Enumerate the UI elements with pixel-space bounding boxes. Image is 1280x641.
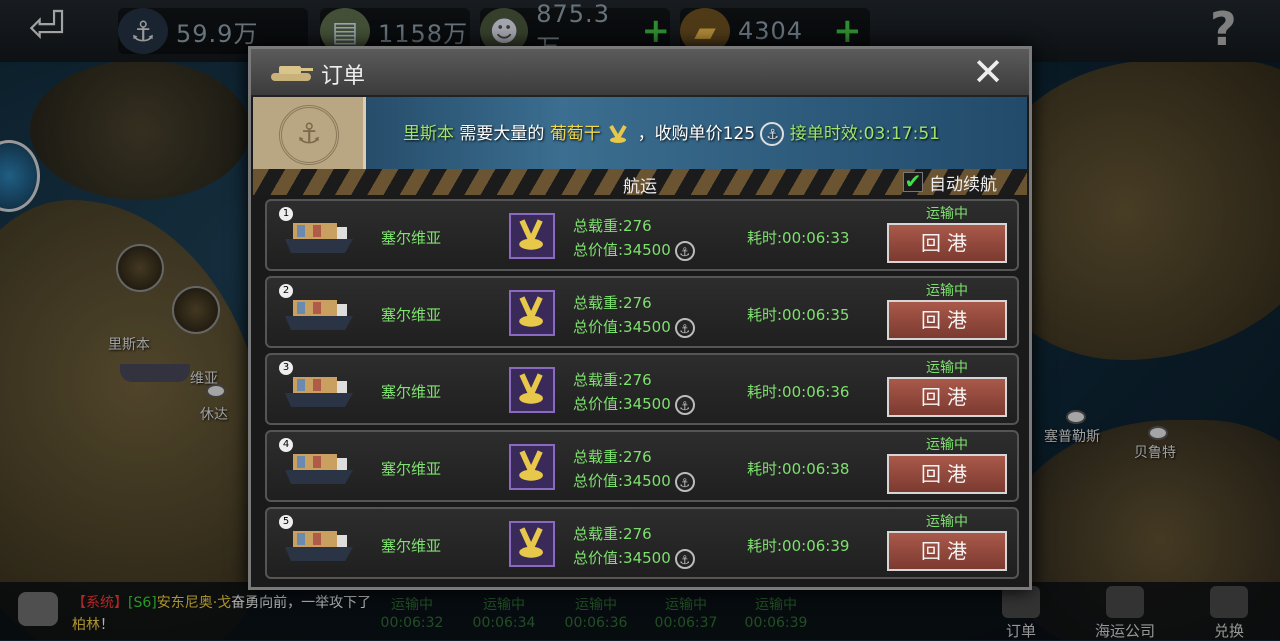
order-price-prefix: ，收购单价	[637, 124, 723, 144]
elapsed-time: 耗时:00:06:39	[747, 537, 850, 555]
return-to-port-button[interactable]: 回港	[887, 531, 1007, 571]
anchor-coin-icon: ⚓	[674, 317, 695, 338]
total-value: 总价值:34500 ⚓	[573, 547, 695, 569]
return-to-port-button[interactable]: 回港	[887, 223, 1007, 263]
shipment-row: 4 塞尔维亚 总载重:276 总价值:34500 ⚓ 耗时:00:06:38 运输…	[265, 430, 1019, 502]
total-value-text: 总价值:34500	[573, 241, 671, 259]
deadline-label: 接单时效:	[789, 124, 864, 144]
shipment-row: 1 塞尔维亚 总载重:276 总价值:34500 ⚓ 耗时:00:06:33 运输…	[265, 199, 1019, 271]
total-weight: 总载重:276	[573, 217, 652, 235]
total-value: 总价值:34500 ⚓	[573, 239, 695, 261]
anchor-coin-icon: ⚓	[674, 471, 695, 492]
raisin-goods-icon	[509, 213, 555, 259]
dialog-title: 订单	[321, 64, 366, 89]
elapsed-time: 耗时:00:06:38	[747, 460, 850, 478]
return-to-port-button[interactable]: 回港	[887, 454, 1007, 494]
cargo-ship-icon	[285, 454, 353, 484]
total-weight: 总载重:276	[573, 525, 652, 543]
raisin-goods-icon	[509, 290, 555, 336]
anchor-coin-icon: ⚓	[674, 548, 695, 569]
raisin-icon	[609, 124, 627, 143]
elapsed-time: 耗时:00:06:36	[747, 383, 850, 401]
tank-icon	[271, 66, 313, 81]
total-value-text: 总价值:34500	[573, 395, 671, 413]
order-banner: ⚓ 里斯本 需要大量的 葡萄干 ，收购单价125 ⚓ 接单时效:03:17:51	[253, 97, 1027, 169]
elapsed-time: 耗时:00:06:33	[747, 229, 850, 247]
close-button[interactable]: ✕	[965, 51, 1011, 93]
total-weight: 总载重:276	[573, 294, 652, 312]
transport-status: 运输中	[926, 206, 968, 222]
total-value: 总价值:34500 ⚓	[573, 470, 695, 492]
destination: 塞尔维亚	[381, 460, 442, 478]
order-description: 里斯本 需要大量的 葡萄干 ，收购单价125 ⚓ 接单时效:03:17:51	[403, 119, 940, 146]
return-to-port-button[interactable]: 回港	[887, 300, 1007, 340]
destination: 塞尔维亚	[381, 306, 442, 324]
anchor-coin-icon: ⚓	[760, 122, 785, 146]
return-to-port-button[interactable]: 回港	[887, 377, 1007, 417]
total-weight: 总载重:276	[573, 371, 652, 389]
deadline-value: 03:17:51	[863, 124, 940, 144]
total-weight: 总载重:276	[573, 448, 652, 466]
destination: 塞尔维亚	[381, 383, 442, 401]
anchor-emblem-icon: ⚓	[253, 97, 366, 169]
raisin-goods-icon	[509, 367, 555, 413]
order-price: 125	[722, 124, 756, 144]
transport-status: 运输中	[926, 514, 968, 530]
raisin-goods-icon	[509, 444, 555, 490]
elapsed-time: 耗时:00:06:35	[747, 306, 850, 324]
total-value-text: 总价值:34500	[573, 318, 671, 336]
total-value: 总价值:34500 ⚓	[573, 316, 695, 338]
total-value-text: 总价值:34500	[573, 549, 671, 567]
auto-sail-toggle[interactable]: ✔ 自动续航	[903, 169, 997, 195]
cargo-ship-icon	[285, 531, 353, 561]
raisin-goods-icon	[509, 521, 555, 567]
order-city: 里斯本	[403, 124, 454, 144]
transport-status: 运输中	[926, 437, 968, 453]
order-goods: 葡萄干	[549, 124, 601, 144]
shipment-row: 2 塞尔维亚 总载重:276 总价值:34500 ⚓ 耗时:00:06:35 运输…	[265, 276, 1019, 348]
shipment-row: 5 塞尔维亚 总载重:276 总价值:34500 ⚓ 耗时:00:06:39 运输…	[265, 507, 1019, 579]
shipping-section-header: 航运 ✔ 自动续航	[253, 169, 1027, 197]
cargo-ship-icon	[285, 223, 353, 253]
orders-dialog: 订单 ✕ ⚓ 里斯本 需要大量的 葡萄干 ，收购单价125 ⚓ 接单时效:03:…	[248, 46, 1032, 590]
total-value-text: 总价值:34500	[573, 472, 671, 490]
cargo-ship-icon	[285, 377, 353, 407]
destination: 塞尔维亚	[381, 229, 442, 247]
auto-sail-label: 自动续航	[929, 174, 997, 195]
section-label: 航运	[623, 177, 657, 197]
transport-status: 运输中	[926, 360, 968, 376]
close-icon: ✕	[972, 50, 1004, 94]
total-value: 总价值:34500 ⚓	[573, 393, 695, 415]
anchor-coin-icon: ⚓	[674, 240, 695, 261]
checkbox-icon[interactable]: ✔	[903, 171, 923, 192]
anchor-coin-icon: ⚓	[674, 394, 695, 415]
destination: 塞尔维亚	[381, 537, 442, 555]
order-needs: 需要大量的	[459, 124, 545, 144]
cargo-ship-icon	[285, 300, 353, 330]
dialog-header: 订单 ✕	[251, 49, 1029, 97]
transport-status: 运输中	[926, 283, 968, 299]
shipment-row: 3 塞尔维亚 总载重:276 总价值:34500 ⚓ 耗时:00:06:36 运输…	[265, 353, 1019, 425]
